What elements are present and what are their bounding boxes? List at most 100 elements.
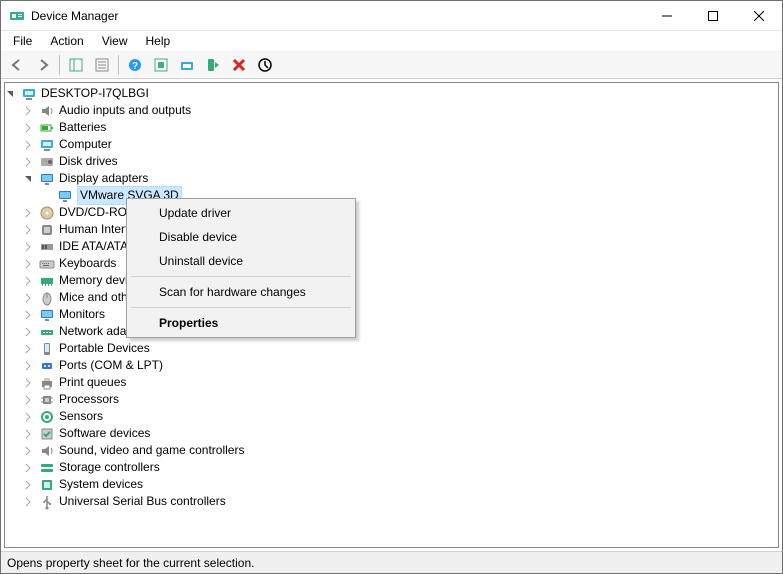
show-hide-tree-button[interactable]: [64, 53, 88, 77]
svg-text:?: ?: [132, 61, 138, 72]
ide-icon: [39, 239, 55, 255]
minimize-button[interactable]: [644, 1, 690, 30]
ctx-scan-hardware[interactable]: Scan for hardware changes: [129, 280, 353, 304]
dvd-icon: [39, 205, 55, 221]
software-icon: [39, 426, 55, 442]
tree-leaf-display[interactable]: VMware SVGA 3D: [5, 187, 778, 204]
tree-node-dvd[interactable]: DVD/CD-ROM drives: [5, 204, 778, 221]
scan-hardware-button[interactable]: [149, 53, 173, 77]
tree-root[interactable]: DESKTOP-I7QLBGI: [5, 85, 778, 102]
tree-node-display[interactable]: Display adapters: [5, 170, 778, 187]
forward-button[interactable]: [31, 53, 55, 77]
tree-node-network[interactable]: Network adapters: [5, 323, 778, 340]
expand-arrow-icon[interactable]: [23, 412, 39, 422]
maximize-button[interactable]: [690, 1, 736, 30]
expand-arrow-icon[interactable]: [23, 208, 39, 218]
tree-node-sound[interactable]: Sound, video and game controllers: [5, 442, 778, 459]
device-manager-window: Device Manager File Action View Help ? D…: [0, 0, 783, 574]
help-button[interactable]: ?: [123, 53, 147, 77]
system-icon: [39, 477, 55, 493]
expand-arrow-icon[interactable]: [23, 259, 39, 269]
menu-action[interactable]: Action: [42, 32, 91, 50]
cpu-icon: [39, 392, 55, 408]
tree-node-sensor[interactable]: Sensors: [5, 408, 778, 425]
port-icon: [39, 358, 55, 374]
tree-node-usb[interactable]: Universal Serial Bus controllers: [5, 493, 778, 510]
tree-node-system[interactable]: System devices: [5, 476, 778, 493]
tree-node-disk[interactable]: Disk drives: [5, 153, 778, 170]
back-button[interactable]: [5, 53, 29, 77]
hid-icon: [39, 222, 55, 238]
expand-arrow-icon[interactable]: [23, 480, 39, 490]
expand-arrow-icon[interactable]: [23, 429, 39, 439]
uninstall-device-button[interactable]: [227, 53, 251, 77]
storage-icon: [39, 460, 55, 476]
tree-node-battery[interactable]: Batteries: [5, 119, 778, 136]
update-driver-button[interactable]: [175, 53, 199, 77]
collapse-arrow-icon[interactable]: [5, 89, 21, 99]
expand-arrow-icon[interactable]: [23, 378, 39, 388]
tree-node-label: Batteries: [59, 119, 106, 136]
expand-arrow-icon[interactable]: [23, 293, 39, 303]
tree-node-port[interactable]: Ports (COM & LPT): [5, 357, 778, 374]
expand-arrow-icon[interactable]: [23, 327, 39, 337]
tree-node-keyboard[interactable]: Keyboards: [5, 255, 778, 272]
menu-help[interactable]: Help: [138, 32, 179, 50]
window-controls: [644, 1, 782, 30]
device-tree[interactable]: DESKTOP-I7QLBGIAudio inputs and outputsB…: [4, 82, 779, 548]
tree-node-label: Software devices: [59, 425, 150, 442]
tree-node-audio[interactable]: Audio inputs and outputs: [5, 102, 778, 119]
tree-node-label: Display adapters: [59, 170, 148, 187]
computer-icon: [39, 137, 55, 153]
expand-arrow-icon[interactable]: [23, 157, 39, 167]
tree-node-label: Print queues: [59, 374, 126, 391]
tree-node-cpu[interactable]: Processors: [5, 391, 778, 408]
properties-button[interactable]: [90, 53, 114, 77]
toolbar-separator: [118, 55, 119, 75]
menu-view[interactable]: View: [94, 32, 136, 50]
app-icon: [9, 8, 25, 24]
expand-arrow-icon[interactable]: [23, 276, 39, 286]
expand-arrow-icon[interactable]: [23, 395, 39, 405]
enable-device-button[interactable]: [201, 53, 225, 77]
expand-arrow-icon[interactable]: [23, 242, 39, 252]
audio-icon: [39, 103, 55, 119]
tree-node-hid[interactable]: Human Interface Devices: [5, 221, 778, 238]
disable-device-button[interactable]: [253, 53, 277, 77]
statusbar: Opens property sheet for the current sel…: [1, 551, 782, 573]
expand-arrow-icon[interactable]: [23, 497, 39, 507]
tree-node-computer[interactable]: Computer: [5, 136, 778, 153]
expand-arrow-icon[interactable]: [23, 344, 39, 354]
tree-node-storage[interactable]: Storage controllers: [5, 459, 778, 476]
expand-arrow-icon[interactable]: [23, 225, 39, 235]
titlebar: Device Manager: [1, 1, 782, 31]
tree-node-label: Audio inputs and outputs: [59, 102, 191, 119]
tree-node-mouse[interactable]: Mice and other pointing devices: [5, 289, 778, 306]
menu-file[interactable]: File: [5, 32, 40, 50]
expand-arrow-icon[interactable]: [23, 446, 39, 456]
expand-arrow-icon[interactable]: [23, 140, 39, 150]
tree-node-ide[interactable]: IDE ATA/ATAPI controllers: [5, 238, 778, 255]
collapse-arrow-icon[interactable]: [23, 174, 39, 184]
tree-node-memory[interactable]: Memory devices: [5, 272, 778, 289]
tree-node-software[interactable]: Software devices: [5, 425, 778, 442]
tree-node-monitor[interactable]: Monitors: [5, 306, 778, 323]
ctx-update-driver[interactable]: Update driver: [129, 201, 353, 225]
tree-node-label: DESKTOP-I7QLBGI: [41, 85, 149, 102]
ctx-properties[interactable]: Properties: [129, 311, 353, 335]
toolbar: ?: [1, 51, 782, 79]
keyboard-icon: [39, 256, 55, 272]
tree-node-portable[interactable]: Portable Devices: [5, 340, 778, 357]
expand-arrow-icon[interactable]: [23, 463, 39, 473]
expand-arrow-icon[interactable]: [23, 310, 39, 320]
ctx-uninstall-device[interactable]: Uninstall device: [129, 249, 353, 273]
display-icon: [57, 188, 73, 204]
context-menu: Update driver Disable device Uninstall d…: [126, 198, 356, 338]
close-button[interactable]: [736, 1, 782, 30]
expand-arrow-icon[interactable]: [23, 106, 39, 116]
tree-node-label: Computer: [59, 136, 112, 153]
ctx-disable-device[interactable]: Disable device: [129, 225, 353, 249]
expand-arrow-icon[interactable]: [23, 361, 39, 371]
expand-arrow-icon[interactable]: [23, 123, 39, 133]
tree-node-printer[interactable]: Print queues: [5, 374, 778, 391]
